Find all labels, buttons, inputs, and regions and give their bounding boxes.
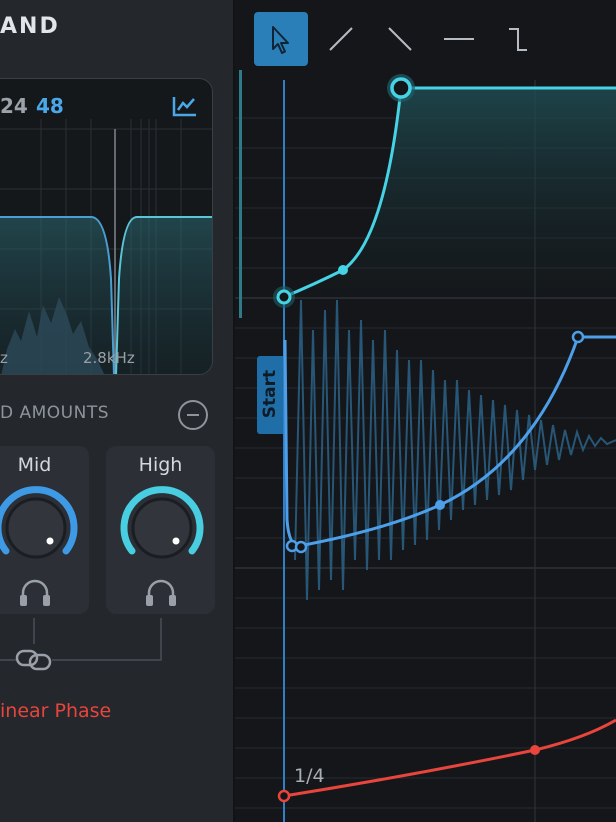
frequency-label-crossover: 2.8kHz	[83, 349, 135, 367]
band-label-mid: Mid	[17, 454, 52, 476]
mid-amount-knob[interactable]	[0, 480, 84, 576]
band-amounts-title: D AMOUNTS	[0, 403, 110, 423]
vertical-scroll-rail[interactable]	[239, 70, 242, 318]
link-chain-icon[interactable]	[15, 649, 52, 671]
high-solo-headphones-icon[interactable]	[144, 578, 178, 608]
band-label-high: High	[138, 454, 183, 476]
crossover-graph	[0, 119, 212, 374]
high-envelope-fill	[284, 88, 616, 298]
low-envelope-curve-handle[interactable]	[530, 745, 540, 755]
panel-title: AND	[0, 14, 60, 39]
band-card-high: High	[106, 446, 215, 614]
mid-envelope-start-point-2[interactable]	[294, 540, 308, 554]
beat-division-label: 1/4	[294, 765, 325, 787]
high-envelope-start-point[interactable]	[276, 289, 292, 305]
envelope-canvas[interactable]	[235, 0, 616, 822]
audio-waveform	[294, 299, 616, 601]
analyzer-graph-icon[interactable]	[172, 95, 198, 117]
mid-envelope-peak-point[interactable]	[571, 330, 585, 344]
crossover-display[interactable]	[0, 78, 213, 375]
start-marker-handle[interactable]: Start	[257, 356, 283, 434]
high-amount-knob[interactable]	[114, 480, 210, 576]
high-envelope-curve-handle[interactable]	[338, 265, 348, 275]
start-marker-label: Start	[260, 369, 280, 419]
slope-48-option[interactable]: 48	[36, 94, 64, 118]
linear-phase-toggle[interactable]: inear Phase	[0, 700, 111, 722]
frequency-label-low: z	[0, 349, 8, 367]
mid-solo-headphones-icon[interactable]	[18, 578, 52, 608]
low-envelope-curve[interactable]	[283, 718, 616, 798]
high-envelope-peak-point[interactable]	[390, 77, 412, 99]
band-link-connector	[0, 618, 162, 671]
low-envelope-start-point[interactable]	[277, 789, 291, 803]
remove-band-button[interactable]	[178, 400, 208, 430]
slope-24-option[interactable]: 24	[0, 94, 28, 118]
mid-envelope-curve-handle[interactable]	[435, 500, 445, 510]
band-card-mid: Mid	[0, 446, 89, 614]
